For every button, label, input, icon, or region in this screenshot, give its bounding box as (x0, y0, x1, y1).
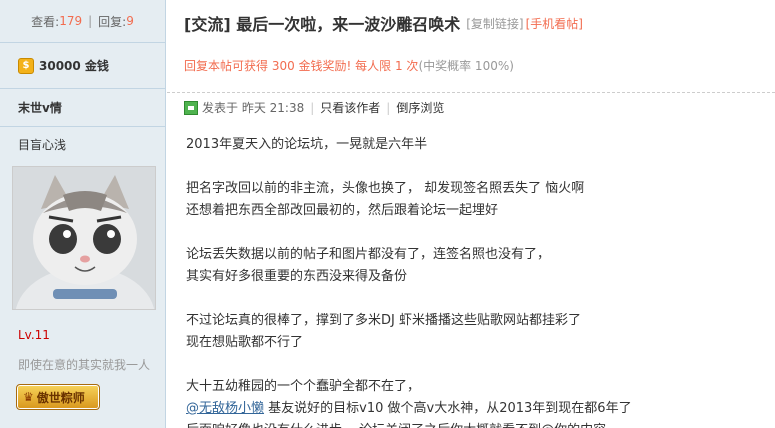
cat-avatar-image (13, 167, 155, 309)
author-title: 目盲心浅 (0, 126, 165, 162)
medal-badge[interactable]: ♛ 傲世粽师 (16, 384, 100, 410)
post-content: 2013年夏天入的论坛坑，一晃就是六年半 把名字改回以前的非主流，头像也换了， … (186, 134, 766, 428)
content-line: 还想着把东西全部改回最初的，然后跟着论坛一起埋好 (186, 203, 499, 218)
only-author-link[interactable]: 只看该作者 (320, 99, 380, 116)
post-time: 发表于 昨天 21:38 (202, 101, 305, 115)
stats-separator: | (88, 14, 93, 28)
reward-odds: (中奖概率 100%) (418, 59, 514, 73)
reward-text: 回复本帖可获得 300 金钱奖励! 每人限 1 次 (184, 59, 419, 73)
content-line: 论坛丢失数据以前的帖子和图片都没有了，连签名照也没有了， (186, 247, 551, 262)
content-line: 其实有好多很重要的东西没来得及备份 (186, 269, 408, 284)
author-sidebar: 查看: 179 | 回复: 9 $ 30000 金钱 末世v情 目盲心浅 Lv.… (0, 0, 166, 428)
author-name-text[interactable]: 末世v情 (18, 99, 62, 116)
content-line-text: 基友说好的目标v10 做个高v大水神，从2013年到现在都6年了 (264, 401, 632, 416)
content-line: 2013年夏天入的论坛坑，一晃就是六年半 (186, 137, 428, 152)
content-line-mention: @无敌杨小懒 基友说好的目标v10 做个高v大水神，从2013年到现在都6年了 (186, 398, 766, 420)
content-line: 后面咱好像也没有什么进步， 论坛关闭了之后你大概就看不到@你的内容 (186, 420, 766, 428)
online-status-icon (184, 100, 198, 115)
content-line: 不过论坛真的很棒了，撑到了多米DJ 虾米播播这些贴歌网站都挂彩了 (186, 313, 581, 328)
crown-icon: ♛ (23, 390, 34, 404)
reply-reward: 回复本帖可获得 300 金钱奖励! 每人限 1 次(中奖概率 100%) (184, 57, 514, 74)
gold-amount: 30000 金钱 (39, 59, 109, 73)
views-count: 179 (59, 14, 83, 28)
content-line: 大十五幼稚园的一个个蠢驴全都不在了， (186, 379, 421, 394)
views-label: 查看: (31, 14, 60, 29)
author-name[interactable]: 末世v情 (0, 88, 165, 126)
user-level: Lv.11 (18, 328, 50, 342)
reverse-order-link[interactable]: 倒序浏览 (396, 99, 444, 116)
content-line: 把名字改回以前的非主流，头像也换了， 却发现签名照丢失了 恼火啊 (186, 181, 585, 196)
meta-separator: | (386, 100, 391, 115)
replies-label: 回复: (98, 14, 127, 29)
post-meta: 发表于 昨天 21:38 | 只看该作者 | 倒序浏览 (167, 92, 775, 122)
gold-coin-icon: $ (18, 57, 34, 74)
thread-stats: 查看: 179 | 回复: 9 (0, 0, 165, 42)
mention-link[interactable]: @无敌杨小懒 (186, 401, 264, 416)
copy-link-button[interactable]: [复制链接] (466, 15, 523, 32)
author-title-text: 目盲心浅 (18, 138, 67, 152)
mobile-view-button[interactable]: [手机看帖] (526, 15, 583, 32)
meta-separator: | (310, 100, 315, 115)
thread-title: [交流] 最后一次啦，来一波沙雕召唤术 (184, 15, 461, 34)
user-signature: 即使在意的其实就我一人 (18, 358, 151, 372)
medal-label: 傲世粽师 (36, 390, 85, 405)
post-area: [交流] 最后一次啦，来一波沙雕召唤术 [复制链接] [手机看帖] 回复本帖可获… (167, 0, 775, 428)
thread-title-row: [交流] 最后一次啦，来一波沙雕召唤术 [复制链接] [手机看帖] (167, 0, 775, 46)
avatar[interactable] (12, 166, 156, 310)
replies-count: 9 (126, 14, 134, 28)
gold-reward: $ 30000 金钱 (0, 42, 165, 88)
content-line: 现在想贴歌都不行了 (186, 335, 304, 350)
